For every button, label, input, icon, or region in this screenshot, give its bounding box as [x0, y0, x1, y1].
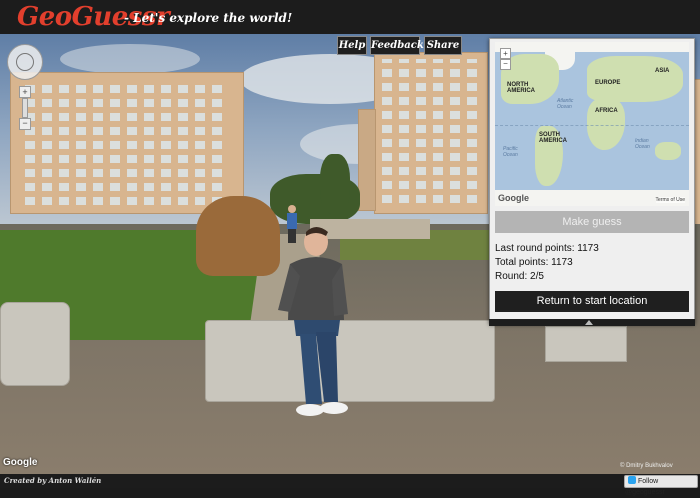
apartment-building-left	[10, 72, 244, 214]
world-map[interactable]: NORTH AMERICA EUROPE ASIA AFRICA SOUTH A…	[495, 42, 689, 206]
equator-line	[495, 125, 689, 126]
label-indian-ocean: Indian Ocean	[635, 138, 650, 150]
pan-control[interactable]	[7, 44, 43, 80]
label-atlantic-ocean: Atlantic Ocean	[557, 98, 574, 110]
concrete-block-right	[545, 326, 627, 362]
map-zoom-out-button[interactable]: −	[500, 59, 511, 70]
footer-bar: Created by Anton Wallén Follow @geoguess…	[0, 474, 700, 496]
eurasia-land	[587, 56, 683, 102]
map-google-logo[interactable]: Google	[498, 193, 529, 203]
label-north-america: NORTH AMERICA	[507, 82, 535, 94]
apartment-building-right	[374, 52, 488, 214]
google-logo[interactable]: Google	[3, 457, 37, 468]
trees	[320, 154, 350, 214]
label-europe: EUROPE	[595, 80, 621, 86]
label-south-america: SOUTH AMERICA	[539, 132, 567, 144]
africa-land	[587, 98, 625, 150]
polar-ice	[495, 42, 689, 52]
collapse-arrow-icon[interactable]	[585, 320, 593, 325]
label-africa: AFRICA	[595, 108, 618, 114]
round-counter: Round: 2/5	[495, 271, 544, 282]
tagline: - Let's explore the world!	[124, 11, 293, 25]
streetview-zoom-out-button[interactable]: −	[19, 118, 31, 130]
terms-of-use-link[interactable]: Terms of Use	[655, 197, 685, 203]
streetview-zoom-in-button[interactable]: +	[19, 86, 31, 98]
label-pacific-ocean: Pacific Ocean	[503, 146, 518, 158]
last-round-points: Last round points: 1173	[495, 243, 599, 254]
feedback-button[interactable]: Feedback	[370, 36, 424, 55]
label-asia: ASIA	[655, 68, 670, 74]
created-by-credit: Created by Anton Wallén	[4, 476, 102, 485]
share-button[interactable]: Share	[424, 36, 462, 55]
cloud	[60, 44, 200, 74]
concrete-block-left	[0, 302, 70, 386]
return-to-start-button[interactable]: Return to start location	[495, 291, 689, 312]
header-bar: GeoGuessr - Let's explore the world!	[0, 0, 700, 34]
apartment-building-far	[358, 109, 376, 211]
help-button[interactable]: Help	[337, 36, 367, 55]
twitter-follow-button[interactable]: Follow @geoguessr	[624, 475, 698, 496]
twitter-icon	[628, 476, 636, 484]
guess-panel: NORTH AMERICA EUROPE ASIA AFRICA SOUTH A…	[489, 38, 695, 324]
make-guess-button[interactable]: Make guess	[495, 211, 689, 233]
photo-credit[interactable]: © Dmitry Bukhvalov	[620, 463, 673, 469]
seated-person	[278, 227, 348, 416]
distant-pedestrian	[287, 205, 297, 243]
dry-bush	[196, 196, 280, 276]
streetview-zoom-slider[interactable]	[22, 98, 28, 118]
map-zoom-in-button[interactable]: +	[500, 48, 511, 59]
total-points: Total points: 1173	[495, 257, 573, 268]
